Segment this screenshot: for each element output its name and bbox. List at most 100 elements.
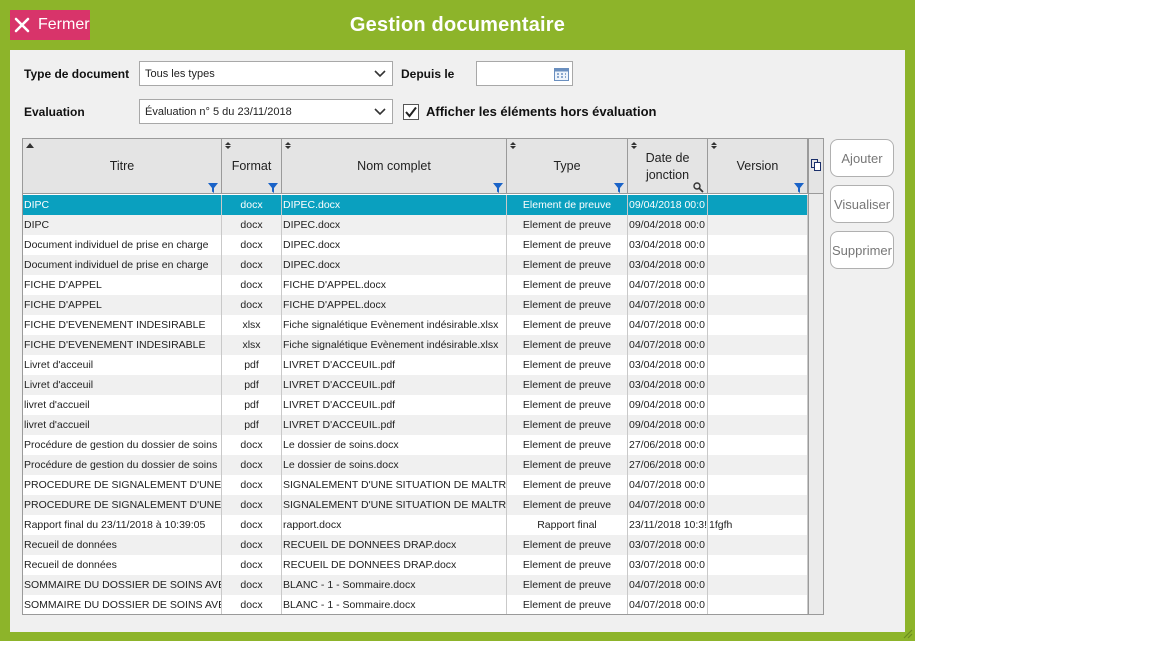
show-outside-checkbox[interactable] — [403, 104, 419, 120]
cell-type: Element de preuve — [507, 395, 628, 415]
column-header-titre[interactable]: Titre — [23, 139, 222, 194]
evaluation-label: Evaluation — [24, 105, 85, 119]
evaluation-value: Évaluation n° 5 du 23/11/2018 — [145, 105, 292, 118]
table-row[interactable]: FICHE D'EVENEMENT INDESIRABLE xlsx Fiche s… — [23, 335, 823, 355]
calendar-icon[interactable] — [554, 66, 569, 81]
close-button[interactable]: Fermer — [10, 10, 90, 40]
cell-type: Element de preuve — [507, 595, 628, 614]
resize-grip-icon[interactable] — [903, 629, 913, 639]
cell-type: Element de preuve — [507, 335, 628, 355]
table-row[interactable]: Recueil de données docx RECUEIL DE DONNEES… — [23, 535, 823, 555]
close-icon — [14, 17, 30, 33]
table-row[interactable]: FICHE D'EVENEMENT INDESIRABLE xlsx Fiche s… — [23, 315, 823, 335]
filter-icon[interactable] — [614, 183, 624, 193]
cell-titre: FICHE D'EVENEMENT INDESIRABLE — [23, 315, 222, 335]
column-header-nom-complet[interactable]: Nom complet — [282, 139, 507, 194]
cell-format: docx — [222, 235, 282, 255]
table-row[interactable]: DIPC docx DIPEC.docx Element de preuve 09/04… — [23, 215, 823, 235]
table-row[interactable]: DIPC docx DIPEC.docx Element de preuve 09/04… — [23, 195, 823, 215]
table-row[interactable]: Recueil de données docx RECUEIL DE DONNEES… — [23, 555, 823, 575]
cell-date: 03/04/2018 00:0 — [628, 235, 708, 255]
cell-titre: FICHE D'EVENEMENT INDESIRABLE — [23, 335, 222, 355]
chevron-down-icon — [374, 70, 386, 78]
table-row[interactable]: Livret d'acceuil pdf LIVRET D'ACCEUIL.pdf E… — [23, 355, 823, 375]
cell-format: pdf — [222, 355, 282, 375]
table-row[interactable]: livret d'accueil pdf LIVRET D'ACCEUIL.pdf E… — [23, 415, 823, 435]
cell-nom: Fiche signalétique Evènement indésirable… — [282, 315, 507, 335]
cell-version — [708, 555, 808, 575]
table-row[interactable]: Procédure de gestion du dossier de soins… — [23, 435, 823, 455]
cell-type: Element de preuve — [507, 235, 628, 255]
show-outside-label: Afficher les éléments hors évaluation — [426, 104, 657, 119]
document-management-window: Gestion documentaire Fermer Type de docu… — [0, 0, 915, 641]
table-row[interactable]: SOMMAIRE DU DOSSIER DE SOINS AVE(docx BLA… — [23, 595, 823, 614]
column-header-label: Type — [553, 159, 581, 173]
cell-nom: FICHE D'APPEL.docx — [282, 275, 507, 295]
cell-format: docx — [222, 575, 282, 595]
column-header-label: Date de jonction — [645, 150, 690, 182]
column-chooser[interactable] — [809, 139, 823, 194]
cell-date: 04/07/2018 00:0 — [628, 275, 708, 295]
cell-version — [708, 435, 808, 455]
table-row[interactable]: FICHE D'APPEL docx FICHE D'APPEL.docx Eleme… — [23, 275, 823, 295]
cell-titre: SOMMAIRE DU DOSSIER DE SOINS AVE( — [23, 575, 222, 595]
table-row[interactable]: Document individuel de prise en charge do… — [23, 235, 823, 255]
table-row[interactable]: SOMMAIRE DU DOSSIER DE SOINS AVE(docx BLA… — [23, 575, 823, 595]
cell-version — [708, 215, 808, 235]
search-icon[interactable] — [693, 182, 704, 193]
cell-titre: DIPC — [23, 195, 222, 215]
document-type-select[interactable]: Tous les types — [139, 61, 393, 86]
cell-date: 09/04/2018 00:0 — [628, 215, 708, 235]
cell-titre: Recueil de données — [23, 555, 222, 575]
vertical-scrollbar[interactable] — [808, 139, 823, 614]
table-body: DIPC docx DIPEC.docx Element de preuve 09/04… — [23, 195, 823, 614]
table-row[interactable]: PROCEDURE DE SIGNALEMENT D'UNE Sdocx SIGN… — [23, 475, 823, 495]
filter-icon[interactable] — [794, 183, 804, 193]
sort-icon — [631, 142, 637, 149]
cell-titre: Document individuel de prise en charge — [23, 255, 222, 275]
column-header-type[interactable]: Type — [507, 139, 628, 194]
cell-date: 03/04/2018 00:0 — [628, 375, 708, 395]
column-header-format[interactable]: Format — [222, 139, 282, 194]
cell-nom: LIVRET D'ACCEUIL.pdf — [282, 355, 507, 375]
cell-date: 03/07/2018 00:0 — [628, 535, 708, 555]
cell-titre: FICHE D'APPEL — [23, 295, 222, 315]
filter-icon[interactable] — [493, 183, 503, 193]
view-button[interactable]: Visualiser — [830, 185, 894, 223]
cell-version — [708, 315, 808, 335]
cell-type: Element de preuve — [507, 355, 628, 375]
table-row[interactable]: Document individuel de prise en charge do… — [23, 255, 823, 275]
cell-date: 04/07/2018 00:0 — [628, 335, 708, 355]
table-row[interactable]: PROCEDURE DE SIGNALEMENT D'UNE Sdocx SIGN… — [23, 495, 823, 515]
column-header-version[interactable]: Version — [708, 139, 808, 194]
table-row[interactable]: Procédure de gestion du dossier de soins… — [23, 455, 823, 475]
cell-type: Element de preuve — [507, 255, 628, 275]
chevron-down-icon — [374, 108, 386, 116]
table-row[interactable]: livret d'accueil pdf LIVRET D'ACCEUIL.pdf E… — [23, 395, 823, 415]
delete-button[interactable]: Supprimer — [830, 231, 894, 269]
table-row[interactable]: Rapport final du 23/11/2018 à 10:39:05 do… — [23, 515, 823, 535]
cell-format: docx — [222, 435, 282, 455]
cell-type: Element de preuve — [507, 215, 628, 235]
cell-version — [708, 275, 808, 295]
filter-icon[interactable] — [208, 183, 218, 193]
evaluation-select[interactable]: Évaluation n° 5 du 23/11/2018 — [139, 99, 393, 124]
cell-date: 04/07/2018 00:0 — [628, 295, 708, 315]
sort-ascending-icon — [26, 143, 34, 148]
cell-version — [708, 255, 808, 275]
filter-icon[interactable] — [268, 183, 278, 193]
cell-format: docx — [222, 195, 282, 215]
cell-version — [708, 355, 808, 375]
table-row[interactable]: FICHE D'APPEL docx FICHE D'APPEL.docx Eleme… — [23, 295, 823, 315]
cell-nom: rapport.docx — [282, 515, 507, 535]
table-row[interactable]: Livret d'acceuil pdf LIVRET D'ACCEUIL.pdf E… — [23, 375, 823, 395]
cell-type: Element de preuve — [507, 195, 628, 215]
since-date-input[interactable] — [476, 61, 573, 86]
add-button[interactable]: Ajouter — [830, 139, 894, 177]
cell-type: Element de preuve — [507, 375, 628, 395]
checkmark-icon — [405, 106, 417, 118]
column-header-date-jonction[interactable]: Date de jonction — [628, 139, 708, 194]
copy-icon — [811, 159, 821, 171]
cell-format: docx — [222, 475, 282, 495]
cell-format: docx — [222, 215, 282, 235]
